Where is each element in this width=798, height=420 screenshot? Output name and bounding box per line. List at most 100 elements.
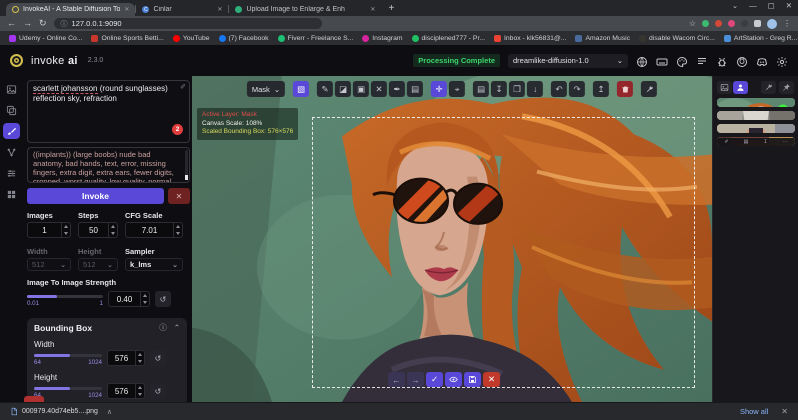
extension-icon[interactable] [715, 20, 722, 27]
tab-invokeai[interactable]: InvokeAI - A Stable Diffusion To ✕ [6, 3, 135, 16]
bookmark-item[interactable]: Online Sports Betti... [91, 35, 163, 42]
maximize-button[interactable]: ▢ [768, 1, 775, 10]
tab-upload-image[interactable]: Upload Image to Enlarge & Enh ✕ [229, 3, 381, 16]
language-icon[interactable] [636, 55, 648, 67]
gallery-pin-icon[interactable] [779, 81, 794, 94]
show-all-downloads-link[interactable]: Show all [740, 407, 768, 416]
address-bar[interactable]: ⓘ 127.0.0.1:9090 [54, 18, 322, 29]
move-tool-button[interactable]: ✛ [431, 81, 447, 97]
gallery-thumbnail-selected[interactable] [717, 98, 795, 107]
back-button[interactable]: ← [7, 19, 16, 28]
gallery-images-tab[interactable] [717, 81, 732, 94]
hotkeys-icon[interactable] [656, 55, 668, 67]
theme-icon[interactable] [676, 55, 688, 67]
unified-canvas[interactable]: Mask ⌄ ▧ ✎ ◪ ▣ ✕ ✒ ▤ ✛ ⌖ ▤ ↧ ❐ ↓ ↶ [192, 76, 712, 402]
forward-button[interactable]: → [23, 19, 32, 28]
gallery-assets-tab[interactable] [733, 81, 748, 94]
bookmark-item[interactable]: Amazon Music [575, 35, 630, 42]
bookmark-star-icon[interactable]: ☆ [689, 19, 696, 28]
gallery-thumbnail[interactable] [717, 124, 795, 133]
stepper[interactable] [61, 223, 70, 237]
bbox-width-slider[interactable]: 641024 [34, 350, 102, 366]
negative-prompt-input[interactable]: ((implants)) (large boobs) nude bad anat… [27, 147, 190, 183]
width-select[interactable]: 512⌄ [27, 258, 71, 271]
mask-options-button[interactable]: ▤ [407, 81, 423, 97]
brush-tool-button[interactable]: ✎ [317, 81, 333, 97]
profile-avatar[interactable] [767, 19, 777, 29]
stepper[interactable] [135, 351, 144, 365]
i2i-strength-slider[interactable]: 0.011 [27, 291, 103, 307]
next-image-button[interactable]: → [407, 372, 424, 387]
gallery-thumbnail[interactable]: ✐ ▤ ↧ ⋯ [717, 137, 795, 146]
site-info-icon[interactable]: ⓘ [61, 19, 68, 29]
extension-icon[interactable] [702, 20, 709, 27]
download-expand-icon[interactable]: ∧ [107, 408, 112, 416]
bookmark-item[interactable]: disciplened777 - Pr... [412, 35, 485, 42]
merge-visible-button[interactable]: ▤ [473, 81, 489, 97]
extension-icon[interactable] [741, 20, 748, 27]
toggle-visibility-button[interactable] [445, 372, 462, 387]
settings-gear-icon[interactable] [776, 55, 788, 67]
download-image-button[interactable]: ↓ [527, 81, 543, 97]
tab-search-icon[interactable]: ⌄ [732, 1, 738, 10]
save-to-gallery-button[interactable]: ↧ [491, 81, 507, 97]
docs-icon[interactable] [696, 55, 708, 67]
upload-button[interactable]: ↥ [593, 81, 609, 97]
prompt-pin-icon[interactable]: ✐ [180, 83, 186, 91]
thumbnail-action-icon[interactable]: ↧ [763, 139, 767, 145]
thumbnail-action-icon[interactable]: ⋯ [782, 139, 787, 145]
browser-menu-icon[interactable]: ⋮ [783, 19, 791, 28]
redo-button[interactable]: ↷ [569, 81, 585, 97]
bookmark-item[interactable]: Inbox - klk56831@... [494, 35, 566, 42]
i2i-strength-input[interactable]: 0.40 [108, 291, 150, 307]
scrollbar[interactable] [185, 150, 188, 180]
cancel-button[interactable]: ✕ [168, 188, 190, 204]
undo-button[interactable]: ↶ [551, 81, 567, 97]
eraser-tool-button[interactable]: ◪ [335, 81, 351, 97]
bookmark-item[interactable]: YouTube [173, 35, 210, 42]
stepper[interactable] [135, 384, 144, 398]
bookmark-item[interactable]: (7) Facebook [219, 35, 269, 42]
save-staging-button[interactable] [464, 372, 481, 387]
bbox-height-slider[interactable]: 641024 [34, 383, 102, 399]
canvas-settings-button[interactable] [641, 81, 657, 97]
bookmark-item[interactable]: Fiverr - Freelance S... [278, 35, 354, 42]
thumbnail-action-icon[interactable]: ✐ [724, 139, 728, 145]
window-close-button[interactable]: ✕ [786, 1, 792, 10]
accept-image-button[interactable]: ✓ [426, 372, 443, 387]
tab-unified-canvas[interactable] [3, 123, 20, 139]
fill-bounding-box-button[interactable]: ▣ [353, 81, 369, 97]
reset-view-button[interactable]: ⌖ [449, 81, 465, 97]
bookmark-item[interactable]: disable Wacom Circ... [639, 35, 715, 42]
discard-image-button[interactable]: ✕ [483, 372, 500, 387]
discord-icon[interactable] [756, 55, 768, 67]
bbox-height-input[interactable]: 576 [107, 383, 145, 399]
new-tab-button[interactable]: + [388, 3, 394, 15]
invoke-button[interactable]: Invoke [27, 188, 164, 204]
tab-nodes[interactable] [3, 144, 20, 160]
sampler-select[interactable]: k_lms⌄ [125, 258, 183, 271]
bbox-width-reset-button[interactable]: ↺ [150, 350, 166, 366]
prompt-box[interactable]: scarlett johansson (round sunglasses) re… [27, 80, 190, 143]
bbox-height-reset-button[interactable]: ↺ [150, 383, 166, 399]
report-bug-icon[interactable] [716, 55, 728, 67]
tab-close-icon[interactable]: ✕ [124, 6, 129, 13]
stepper[interactable] [173, 223, 182, 237]
tab-post-processing[interactable] [3, 165, 20, 181]
download-item[interactable]: 000979.40d74eb5....png ∧ [10, 407, 112, 416]
tab-image-to-image[interactable] [3, 102, 20, 118]
height-select[interactable]: 512⌄ [78, 258, 118, 271]
extension-icon[interactable] [728, 20, 735, 27]
github-icon[interactable] [736, 55, 748, 67]
bbox-width-input[interactable]: 576 [107, 350, 145, 366]
thumbnail-action-icon[interactable]: ▤ [744, 139, 749, 145]
tab-cinlar[interactable]: C Cinlar ✕ [136, 3, 228, 16]
collapse-chevron-icon[interactable]: ⌃ [174, 323, 180, 332]
steps-input[interactable]: 50 [78, 222, 118, 238]
cfg-scale-input[interactable]: 7.01 [125, 222, 183, 238]
reload-button[interactable]: ↻ [39, 19, 47, 28]
model-select[interactable]: dreamlike-diffusion-1.0 ⌄ [508, 54, 628, 68]
i2i-reset-button[interactable]: ↺ [155, 291, 171, 307]
shelf-close-icon[interactable]: ✕ [781, 407, 788, 416]
previous-image-button[interactable]: ← [388, 372, 405, 387]
